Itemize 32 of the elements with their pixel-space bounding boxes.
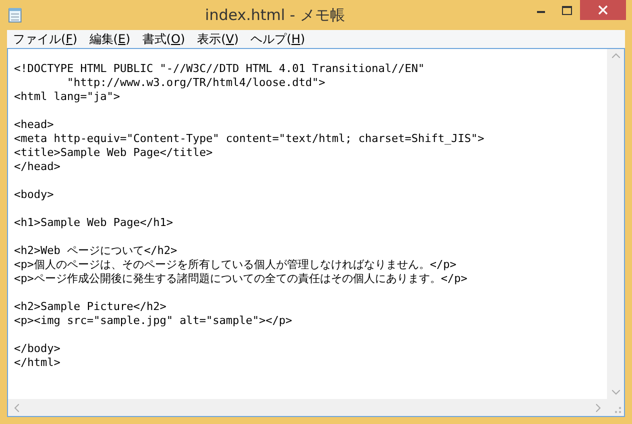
code-line: "http://www.w3.org/TR/html4/loose.dtd"> bbox=[66, 76, 326, 90]
code-line: <title>Sample Web Page</title> bbox=[14, 146, 213, 160]
close-button[interactable] bbox=[580, 0, 626, 20]
code-line: </html> bbox=[14, 356, 60, 370]
code-line: <!DOCTYPE HTML PUBLIC "-//W3C//DTD HTML 4.01 Transitional//EN" bbox=[14, 62, 425, 76]
code-line: <body> bbox=[14, 188, 54, 202]
code-line: <h2>Sample Picture</h2> bbox=[14, 300, 166, 314]
code-line: <h1>Sample Web Page</h1> bbox=[14, 216, 173, 230]
scroll-up-icon[interactable] bbox=[612, 53, 620, 58]
code-line: <p>個人のページは、そのページを所有している個人が管理しなければなりません。</p> bbox=[14, 258, 456, 272]
scroll-right-icon[interactable] bbox=[596, 404, 601, 412]
menu-item[interactable]: 編集(E) bbox=[85, 31, 134, 47]
code-line: <meta http-equiv="Content-Type" content="text/html; charset=Shift_JIS"> bbox=[14, 132, 484, 146]
window-title: index.html - メモ帳 bbox=[205, 4, 345, 26]
menu-item[interactable]: 表示(V) bbox=[193, 31, 243, 47]
maximize-icon bbox=[562, 6, 572, 14]
code-line: <head> bbox=[14, 118, 54, 132]
menu-item[interactable]: ファイル(F) bbox=[9, 31, 82, 47]
code-line: </body> bbox=[14, 342, 60, 356]
menu-item[interactable]: ヘルプ(H) bbox=[246, 31, 310, 47]
close-icon bbox=[598, 5, 608, 15]
vertical-scrollbar[interactable] bbox=[607, 49, 624, 399]
horizontal-scrollbar[interactable] bbox=[8, 399, 607, 416]
code-line: <h2>Web ページについて</h2> bbox=[14, 244, 178, 258]
code-line: </head> bbox=[14, 160, 60, 174]
scroll-down-icon[interactable] bbox=[612, 390, 620, 395]
notepad-icon bbox=[8, 7, 22, 23]
scroll-left-icon[interactable] bbox=[14, 404, 19, 412]
menu-item[interactable]: 書式(O) bbox=[138, 31, 190, 47]
code-line: <p><img src="sample.jpg" alt="sample"></p> bbox=[14, 314, 292, 328]
code-line: <html lang="ja"> bbox=[14, 90, 120, 104]
code-line: <p>ページ作成公開後に発生する諸問題についての全ての責任はその個人にあります。</p> bbox=[14, 272, 468, 286]
